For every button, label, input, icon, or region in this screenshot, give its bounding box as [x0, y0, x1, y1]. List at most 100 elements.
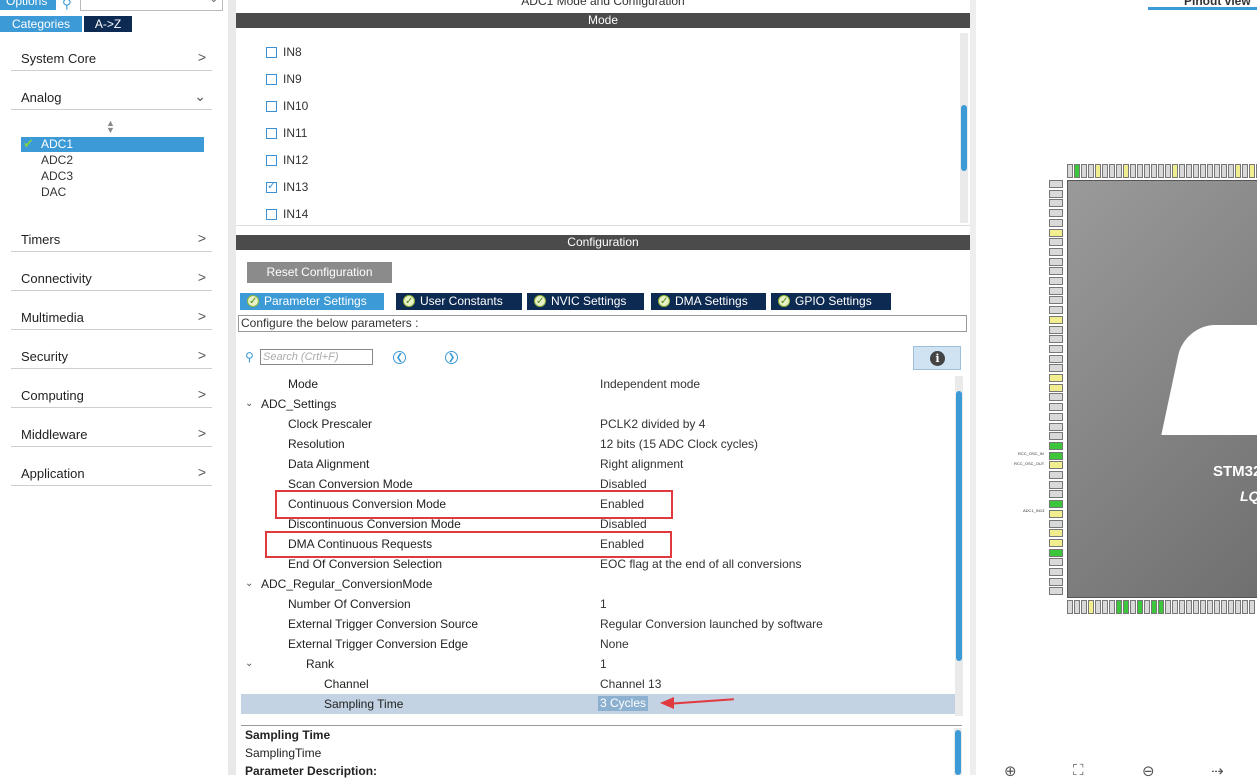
tab-dma-settings[interactable]: DMA Settings: [651, 293, 766, 310]
param-row-ext-trigger-source[interactable]: External Trigger Conversion Source Regula…: [241, 614, 955, 634]
chip-pin[interactable]: [1130, 164, 1136, 178]
export-icon[interactable]: ⇢: [1211, 762, 1224, 780]
chip-pin[interactable]: [1049, 199, 1063, 208]
chip-pin[interactable]: [1228, 164, 1234, 178]
category-application[interactable]: Application >: [11, 464, 212, 486]
category-multimedia[interactable]: Multimedia >: [11, 308, 212, 330]
chip-pin[interactable]: [1214, 164, 1220, 178]
chip-pin[interactable]: [1049, 189, 1063, 198]
chip-pin[interactable]: [1095, 600, 1101, 614]
chip-pin[interactable]: [1049, 471, 1063, 479]
chip-pin[interactable]: [1049, 500, 1063, 509]
chip-pin[interactable]: [1049, 277, 1063, 285]
chip-pin[interactable]: [1116, 164, 1122, 178]
param-value[interactable]: None: [600, 634, 629, 654]
chip-pin[interactable]: [1049, 538, 1063, 547]
collapse-icon[interactable]: ⌄: [245, 394, 253, 414]
chip-pin[interactable]: [1074, 600, 1080, 614]
tab-user-constants[interactable]: User Constants: [396, 293, 522, 310]
chip-pin[interactable]: [1109, 600, 1115, 614]
param-row-sampling-time[interactable]: Sampling Time 3 Cycles: [241, 694, 955, 714]
chip-pin[interactable]: [1207, 164, 1213, 178]
list-item-adc3[interactable]: ADC3: [21, 169, 204, 184]
collapse-icon[interactable]: ⌄: [245, 574, 253, 594]
param-value[interactable]: Independent mode: [600, 374, 700, 394]
param-row-data-alignment[interactable]: Data Alignment Right alignment: [241, 454, 955, 474]
chip-pin[interactable]: [1193, 600, 1199, 614]
checkbox-in12[interactable]: IN12: [266, 153, 308, 167]
scrollbar-thumb[interactable]: [955, 730, 961, 775]
chevron-down-icon[interactable]: ⌄: [210, 0, 218, 5]
tab-gpio-settings[interactable]: GPIO Settings: [771, 293, 891, 310]
chip-pin[interactable]: [1144, 164, 1150, 178]
params-scrollbar[interactable]: [955, 376, 963, 716]
param-value[interactable]: 12 bits (15 ADC Clock cycles): [600, 434, 758, 454]
category-analog[interactable]: Analog ⌄: [11, 88, 212, 110]
list-item-adc1[interactable]: ✔ ADC1: [21, 136, 204, 152]
chip-pin[interactable]: [1049, 509, 1063, 518]
param-value[interactable]: 1: [600, 654, 607, 674]
chip-pin[interactable]: [1049, 228, 1063, 237]
param-group-adc-settings[interactable]: ⌄ ADC_Settings: [241, 394, 955, 414]
checkbox[interactable]: [266, 74, 277, 85]
checkbox[interactable]: [266, 47, 277, 58]
param-value[interactable]: 1: [600, 594, 607, 614]
chip-pin[interactable]: [1249, 164, 1255, 178]
checkbox-in13[interactable]: IN13: [266, 179, 308, 194]
sort-icon[interactable]: ▲ ▼: [106, 119, 115, 135]
previous-icon[interactable]: ❮: [393, 351, 406, 364]
chip-pin[interactable]: [1049, 568, 1063, 576]
category-middleware[interactable]: Middleware >: [11, 425, 212, 447]
param-row-number-of-conversion[interactable]: Number Of Conversion 1: [241, 594, 955, 614]
param-row-ext-trigger-edge[interactable]: External Trigger Conversion Edge None: [241, 634, 955, 654]
next-icon[interactable]: ❯: [445, 351, 458, 364]
chip-pin[interactable]: [1049, 587, 1063, 596]
param-value[interactable]: PCLK2 divided by 4: [600, 414, 705, 434]
chip-pin[interactable]: [1123, 600, 1129, 614]
chip-pin[interactable]: [1242, 164, 1248, 178]
chip-pin[interactable]: [1165, 164, 1171, 178]
chip-pin[interactable]: [1158, 164, 1164, 178]
tab-categories[interactable]: Categories: [0, 16, 82, 32]
fit-screen-icon[interactable]: ⛶: [1073, 762, 1084, 779]
category-connectivity[interactable]: Connectivity >: [11, 269, 212, 291]
chip-pin[interactable]: [1158, 600, 1164, 614]
chip-pin[interactable]: [1049, 286, 1063, 295]
chip-pin[interactable]: [1049, 335, 1063, 344]
chip-pin[interactable]: [1049, 529, 1063, 538]
chip-pin[interactable]: [1249, 600, 1255, 614]
chip-pin[interactable]: [1049, 558, 1063, 567]
chip-pin[interactable]: [1242, 600, 1248, 614]
chip-pin[interactable]: [1049, 218, 1063, 227]
chip-pin[interactable]: [1049, 267, 1063, 276]
checkbox-in8[interactable]: IN8: [266, 45, 302, 59]
chip-pin[interactable]: [1102, 600, 1108, 614]
checkbox[interactable]: [266, 101, 277, 112]
param-row-clock-prescaler[interactable]: Clock Prescaler PCLK2 divided by 4: [241, 414, 955, 434]
chip-pin[interactable]: [1186, 164, 1192, 178]
param-group-regular-conversion[interactable]: ⌄ ADC_Regular_ConversionMode: [241, 574, 955, 594]
list-item-dac[interactable]: DAC: [21, 185, 204, 200]
chip-pin[interactable]: [1186, 600, 1192, 614]
list-item-adc2[interactable]: ADC2: [21, 153, 204, 168]
chip-pin[interactable]: [1214, 600, 1220, 614]
param-row-channel[interactable]: Channel Channel 13: [241, 674, 955, 694]
chip-pin[interactable]: [1123, 164, 1129, 178]
param-row-resolution[interactable]: Resolution 12 bits (15 ADC Clock cycles): [241, 434, 955, 454]
checkbox-in14[interactable]: IN14: [266, 207, 308, 221]
chip-pin[interactable]: [1049, 238, 1063, 247]
checkbox[interactable]: [266, 209, 277, 220]
options-button[interactable]: Options: [0, 0, 56, 10]
chip-pin[interactable]: [1235, 600, 1241, 614]
chip-pin[interactable]: [1049, 383, 1063, 392]
zoom-in-icon[interactable]: ⊕: [1004, 762, 1017, 780]
chip-pin[interactable]: [1193, 164, 1199, 178]
category-system-core[interactable]: System Core >: [11, 49, 212, 71]
parameter-search-input[interactable]: Search (Crtl+F): [260, 349, 373, 365]
chip-pin[interactable]: [1144, 600, 1150, 614]
chip-pin[interactable]: [1151, 600, 1157, 614]
chip-pin[interactable]: [1049, 306, 1063, 315]
chip-pin[interactable]: [1049, 325, 1063, 334]
chip-pin[interactable]: [1049, 354, 1063, 363]
chip-pin[interactable]: [1049, 451, 1063, 460]
